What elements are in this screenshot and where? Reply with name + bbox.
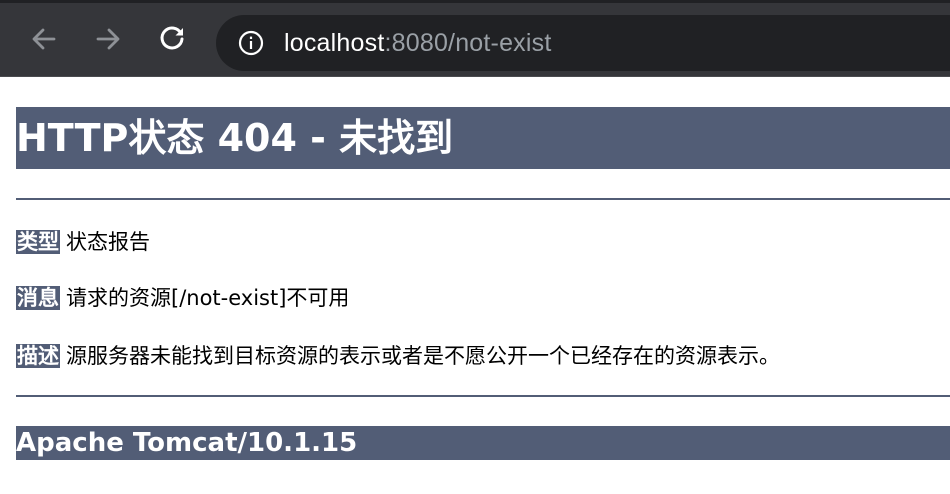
info-icon[interactable] [238,30,264,56]
type-value: 状态报告 [66,230,150,254]
description-label: 描述 [16,344,60,368]
divider [16,395,950,397]
info-row-type: 类型 状态报告 [16,228,150,256]
page-title: HTTP状态 404 - 未找到 [16,107,950,169]
message-value: 请求的资源[/not-exist]不可用 [66,286,350,310]
arrow-right-icon [96,28,120,50]
page-content: HTTP状态 404 - 未找到 类型 状态报告 消息 请求的资源[/not-exi… [0,77,950,494]
arrow-left-icon [32,28,56,50]
info-row-message: 消息 请求的资源[/not-exist]不可用 [16,284,349,312]
address-bar[interactable]: localhost:8080/not-exist [216,15,950,71]
server-footer: Apache Tomcat/10.1.15 [16,426,950,460]
reload-icon [160,26,184,50]
forward-button[interactable] [88,19,128,59]
url-text[interactable]: localhost:8080/not-exist [284,15,551,71]
reload-button[interactable] [152,19,192,59]
url-path: :8080/not-exist [384,29,552,57]
back-button[interactable] [24,19,64,59]
url-host: localhost [284,29,385,57]
browser-toolbar: localhost:8080/not-exist [0,0,950,77]
info-row-description: 描述 源服务器未能找到目标资源的表示或者是不愿公开一个已经存在的资源表示。 [16,342,780,370]
divider [16,198,950,200]
description-value: 源服务器未能找到目标资源的表示或者是不愿公开一个已经存在的资源表示。 [66,344,780,368]
message-label: 消息 [16,286,60,310]
type-label: 类型 [16,230,60,254]
